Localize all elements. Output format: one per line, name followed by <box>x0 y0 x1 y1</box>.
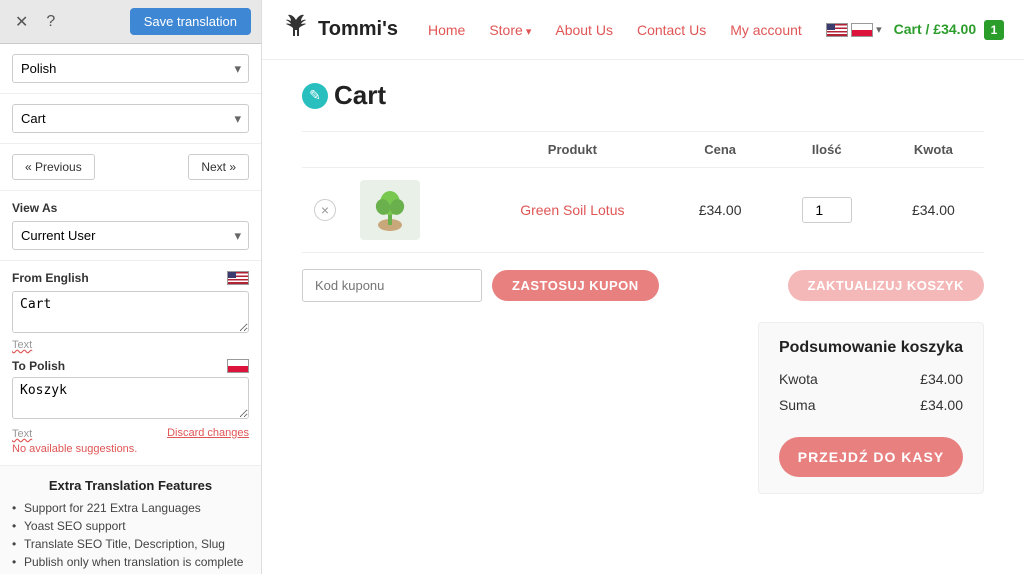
save-translation-button[interactable]: Save translation <box>130 8 251 35</box>
list-item: Publish only when translation is complet… <box>12 555 249 569</box>
kwota-label: Kwota <box>779 371 818 387</box>
cart-count-badge: 1 <box>984 20 1004 40</box>
quantity-input[interactable] <box>802 197 852 223</box>
site-nav: Tommi's Home Store About Us Contact Us M… <box>262 0 1024 60</box>
page-title: Cart <box>334 80 386 111</box>
from-english-section: From English Cart Text To Polish Koszyk … <box>0 261 261 466</box>
nav-home[interactable]: Home <box>418 16 475 44</box>
to-polish-header: To Polish <box>12 359 249 373</box>
update-cart-button[interactable]: ZAKTUALIZUJ KOSZYK <box>788 270 984 301</box>
summary-suma-row: Suma £34.00 <box>779 397 963 413</box>
extra-features-section: Extra Translation Features Support for 2… <box>0 466 261 574</box>
close-button[interactable]: ✕ <box>10 10 33 34</box>
to-polish-label: To Polish <box>12 359 65 373</box>
page-select[interactable]: Cart <box>12 104 249 133</box>
nav-about[interactable]: About Us <box>545 16 623 44</box>
right-panel: Tommi's Home Store About Us Contact Us M… <box>262 0 1024 574</box>
col-qty: Ilość <box>771 132 883 168</box>
to-polish-field-type: Text <box>12 428 32 440</box>
language-select[interactable]: Polish <box>12 54 249 83</box>
list-item: Translate SEO Title, Description, Slug <box>12 537 249 551</box>
logo-text: Tommi's <box>318 18 398 41</box>
pl-flag-icon <box>227 359 249 373</box>
list-item: Yoast SEO support <box>12 519 249 533</box>
language-select-section: Polish <box>0 44 261 94</box>
summary-title: Podsumowanie koszyka <box>779 339 963 357</box>
remove-item-button[interactable]: × <box>314 199 336 221</box>
extra-features-title: Extra Translation Features <box>12 478 249 493</box>
apply-coupon-button[interactable]: ZASTOSUJ KUPON <box>492 270 659 301</box>
prev-button[interactable]: « Previous <box>12 154 95 180</box>
nav-us-flag-icon <box>826 23 848 37</box>
discard-changes-link[interactable]: Discard changes <box>167 427 249 439</box>
cart-title-row: ✎ Cart <box>302 80 984 111</box>
list-item: Support for 221 Extra Languages <box>12 501 249 515</box>
nav-myaccount[interactable]: My account <box>720 16 812 44</box>
from-english-label: From English <box>12 271 89 285</box>
us-flag-icon <box>227 271 249 285</box>
cart-label: Cart / £34.00 <box>894 21 977 37</box>
checkout-button[interactable]: PRZEJDŹ DO KASY <box>779 437 963 477</box>
flag-dropdown-arrow-icon: ▾ <box>876 23 882 36</box>
nav-buttons-row: « Previous Next » <box>0 144 261 191</box>
to-polish-footer: Text Discard changes <box>12 425 249 440</box>
coupon-input[interactable] <box>302 269 482 302</box>
qty-cell <box>771 168 883 253</box>
left-panel: ✕ ? Save translation Polish Cart « Previ… <box>0 0 262 574</box>
main-content: ✎ Cart Produkt Cena Ilość Kwota × <box>262 60 1024 514</box>
cart-summary: Podsumowanie koszyka Kwota £34.00 Suma £… <box>758 322 984 494</box>
total-cell: £34.00 <box>883 168 984 253</box>
product-total: £34.00 <box>912 202 955 218</box>
cart-table: Produkt Cena Ilość Kwota × <box>302 131 984 253</box>
product-link[interactable]: Green Soil Lotus <box>520 202 624 218</box>
product-image-cell <box>348 168 475 253</box>
from-english-textarea[interactable]: Cart <box>12 291 249 333</box>
summary-kwota-row: Kwota £34.00 <box>779 371 963 387</box>
cart-button[interactable]: Cart / £34.00 1 <box>894 20 1004 40</box>
view-as-select[interactable]: Current User <box>12 221 249 250</box>
to-polish-textarea[interactable]: Koszyk <box>12 377 249 419</box>
cart-title-icon: ✎ <box>302 83 328 109</box>
suma-value: £34.00 <box>920 397 963 413</box>
deer-logo-icon <box>282 12 310 47</box>
col-total: Kwota <box>883 132 984 168</box>
price-cell: £34.00 <box>670 168 771 253</box>
from-english-field-type: Text <box>12 339 249 351</box>
coupon-row: ZASTOSUJ KUPON ZAKTUALIZUJ KOSZYK <box>302 269 984 302</box>
view-as-label: View As <box>12 201 249 215</box>
site-logo: Tommi's <box>282 12 398 47</box>
no-suggestions-text: No available suggestions. <box>12 443 249 455</box>
from-english-header: From English <box>12 271 249 285</box>
nav-links: Home Store About Us Contact Us My accoun… <box>418 16 826 44</box>
col-product: Produkt <box>475 132 669 168</box>
next-button[interactable]: Next » <box>188 154 249 180</box>
col-remove <box>302 132 348 168</box>
language-flag-combo[interactable]: ▾ <box>826 23 882 37</box>
nav-right: ▾ Cart / £34.00 1 <box>826 20 1004 40</box>
suma-label: Suma <box>779 397 816 413</box>
product-name-cell: Green Soil Lotus <box>475 168 669 253</box>
summary-wrapper: Podsumowanie koszyka Kwota £34.00 Suma £… <box>302 322 984 494</box>
help-button[interactable]: ? <box>41 11 60 33</box>
product-price: £34.00 <box>699 202 742 218</box>
nav-store[interactable]: Store <box>479 16 541 44</box>
nav-pl-flag-icon <box>851 23 873 37</box>
remove-cell: × <box>302 168 348 253</box>
extra-features-list: Support for 221 Extra Languages Yoast SE… <box>12 501 249 574</box>
product-image <box>360 180 420 240</box>
table-row: × G <box>302 168 984 253</box>
view-as-section: View As Current User <box>0 191 261 261</box>
page-select-section: Cart <box>0 94 261 144</box>
col-price: Cena <box>670 132 771 168</box>
nav-contact[interactable]: Contact Us <box>627 16 716 44</box>
top-bar: ✕ ? Save translation <box>0 0 261 44</box>
col-image <box>348 132 475 168</box>
kwota-value: £34.00 <box>920 371 963 387</box>
